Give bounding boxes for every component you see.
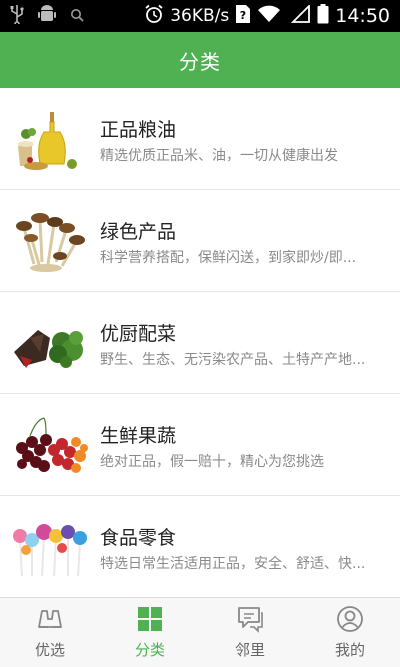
category-item-snacks[interactable]: 食品零食 特选日常生活适用正品，安全、舒适、快... xyxy=(0,496,400,598)
search-icon xyxy=(70,7,84,26)
vegetables-image xyxy=(10,308,90,376)
tab-category[interactable]: 分类 xyxy=(100,598,200,667)
alarm-icon xyxy=(144,4,164,28)
category-desc: 精选优质正品米、油，一切从健康出发 xyxy=(100,148,338,164)
category-desc: 科学营养搭配，保鲜闪送，到家即炒/即... xyxy=(100,250,357,266)
category-title: 绿色产品 xyxy=(100,221,177,243)
category-item-green-products[interactable]: 绿色产品 科学营养搭配，保鲜闪送，到家即炒/即... xyxy=(0,190,400,292)
status-bar: 36KB/s ? 14:50 xyxy=(0,0,400,32)
grain-oil-image xyxy=(10,104,90,172)
category-desc: 绝对正品，假一赔十，精心为您挑选 xyxy=(100,454,324,470)
grid-icon xyxy=(136,605,164,633)
tab-label: 我的 xyxy=(334,641,365,659)
svg-text:?: ? xyxy=(240,9,246,22)
usb-icon xyxy=(10,4,24,28)
wifi-icon xyxy=(257,5,281,27)
page-title: 分类 xyxy=(179,49,221,74)
network-speed: 36KB/s xyxy=(170,6,230,26)
binoculars-icon xyxy=(36,605,64,633)
category-desc: 野生、生态、无污染农产品、土特产产地... xyxy=(100,352,366,368)
unknown-sim-icon: ? xyxy=(235,4,251,28)
category-title: 优厨配菜 xyxy=(100,323,177,345)
category-item-kitchen-veg[interactable]: 优厨配菜 野生、生态、无污染农产品、土特产产地... xyxy=(0,292,400,394)
category-title: 正品粮油 xyxy=(100,119,177,141)
tab-label: 邻里 xyxy=(234,641,265,659)
tab-featured[interactable]: 优选 xyxy=(0,598,100,667)
category-item-fresh-produce[interactable]: 生鲜果蔬 绝对正品，假一赔十，精心为您挑选 xyxy=(0,394,400,496)
mushroom-image xyxy=(10,206,90,274)
battery-icon xyxy=(317,4,329,28)
category-item-grain-oil[interactable]: 正品粮油 精选优质正品米、油，一切从健康出发 xyxy=(0,88,400,190)
chat-icon xyxy=(236,605,264,633)
lollipops-image xyxy=(10,512,90,580)
category-title: 生鲜果蔬 xyxy=(100,425,177,447)
tab-label: 分类 xyxy=(134,641,165,659)
signal-icon xyxy=(291,3,311,27)
clock-time: 14:50 xyxy=(335,5,390,27)
bottom-nav: 优选 分类 邻里 我的 xyxy=(0,597,400,667)
category-desc: 特选日常生活适用正品，安全、舒适、快... xyxy=(100,556,366,572)
category-list: 正品粮油 精选优质正品米、油，一切从健康出发 绿色产品 科学营养搭配，保鲜闪送，… xyxy=(0,88,400,598)
app-header: 分类 xyxy=(0,32,400,88)
tab-neighbors[interactable]: 邻里 xyxy=(200,598,300,667)
tab-profile[interactable]: 我的 xyxy=(300,598,400,667)
user-icon xyxy=(336,605,364,633)
tab-label: 优选 xyxy=(34,641,65,659)
cherries-image xyxy=(10,410,90,478)
category-title: 食品零食 xyxy=(100,527,177,549)
android-icon xyxy=(38,4,56,28)
